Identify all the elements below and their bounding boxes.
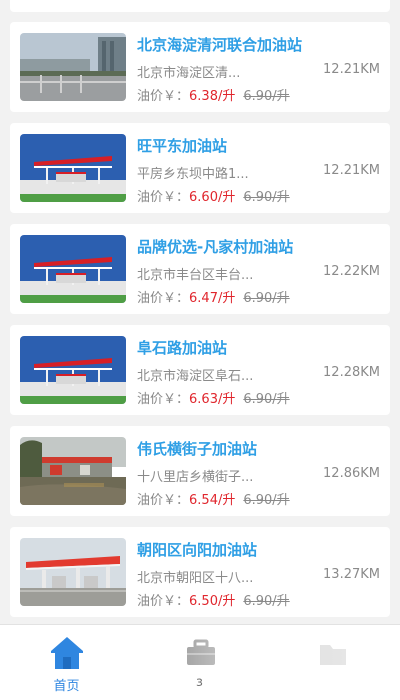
street-photo-image bbox=[20, 33, 126, 101]
station-address: 北京市海淀区清... bbox=[137, 66, 241, 81]
price-label: 油价￥： bbox=[137, 594, 190, 609]
station-address: 十八里店乡横街子... bbox=[137, 470, 254, 485]
app-screen: 北京海淀清河联合加油站 北京市海淀区清... 12.21KM 油价￥：6.38/… bbox=[0, 0, 400, 700]
tab-second-label: з bbox=[196, 675, 203, 690]
station-list: 北京海淀清河联合加油站 北京市海淀区清... 12.21KM 油价￥：6.38/… bbox=[10, 22, 390, 628]
station-card[interactable]: 北京海淀清河联合加油站 北京市海淀区清... 12.21KM 油价￥：6.38/… bbox=[10, 22, 390, 112]
station-thumbnail bbox=[20, 134, 126, 202]
folder-icon bbox=[314, 633, 352, 671]
clipped-station-card[interactable] bbox=[10, 0, 390, 12]
home-icon bbox=[48, 633, 86, 671]
station-address: 北京市丰台区丰台... bbox=[137, 268, 254, 283]
station-card[interactable]: 阜石路加油站 北京市海淀区阜石... 12.28KM 油价￥：6.63/升 6.9… bbox=[10, 325, 390, 415]
station-address: 北京市海淀区阜石... bbox=[137, 369, 254, 384]
station-card[interactable]: 旺平东加油站 平房乡东坝中路1... 12.21KM 油价￥：6.60/升 6.9… bbox=[10, 123, 390, 213]
current-price: 6.38/升 bbox=[189, 89, 236, 104]
price-row: 油价￥：6.50/升 6.90/升 bbox=[137, 590, 290, 609]
station-address: 平房乡东坝中路1... bbox=[137, 167, 249, 182]
station-name[interactable]: 朝阳区向阳加油站 bbox=[137, 539, 377, 560]
station-canopy-photo-image bbox=[20, 538, 126, 606]
rainy-station-photo-image bbox=[20, 437, 126, 505]
price-label: 油价￥： bbox=[137, 291, 190, 306]
current-price: 6.54/升 bbox=[189, 493, 236, 508]
price-row: 油价￥：6.38/升 6.90/升 bbox=[137, 85, 290, 104]
station-card[interactable]: 伟氏横街子加油站 十八里店乡横街子... 12.86KM 油价￥：6.54/升 6… bbox=[10, 426, 390, 516]
briefcase-icon bbox=[181, 633, 219, 671]
original-price: 6.90/升 bbox=[243, 291, 290, 306]
station-thumbnail bbox=[20, 336, 126, 404]
original-price: 6.90/升 bbox=[243, 392, 290, 407]
tab-home[interactable]: 首页 bbox=[0, 625, 133, 700]
canopy-rendering-image bbox=[20, 134, 126, 202]
price-row: 油价￥：6.63/升 6.90/升 bbox=[137, 388, 290, 407]
station-distance: 12.86KM bbox=[323, 466, 380, 481]
price-label: 油价￥： bbox=[137, 493, 190, 508]
station-card[interactable]: 品牌优选-凡家村加油站 北京市丰台区丰台... 12.22KM 油价￥：6.47… bbox=[10, 224, 390, 314]
station-distance: 12.22KM bbox=[323, 264, 380, 279]
station-name[interactable]: 北京海淀清河联合加油站 bbox=[137, 34, 377, 55]
station-distance: 13.27KM bbox=[323, 567, 380, 582]
price-label: 油价￥： bbox=[137, 190, 190, 205]
station-address: 北京市朝阳区十八... bbox=[137, 571, 254, 586]
bottom-tab-bar: 首页 з bbox=[0, 624, 400, 700]
price-row: 油价￥：6.60/升 6.90/升 bbox=[137, 186, 290, 205]
canopy-rendering-image bbox=[20, 336, 126, 404]
station-distance: 12.21KM bbox=[323, 62, 380, 77]
canopy-rendering-image bbox=[20, 235, 126, 303]
price-row: 油价￥：6.54/升 6.90/升 bbox=[137, 489, 290, 508]
station-thumbnail bbox=[20, 538, 126, 606]
price-label: 油价￥： bbox=[137, 89, 190, 104]
station-thumbnail bbox=[20, 437, 126, 505]
tab-third[interactable] bbox=[266, 625, 399, 700]
station-name[interactable]: 旺平东加油站 bbox=[137, 135, 377, 156]
station-name[interactable]: 阜石路加油站 bbox=[137, 337, 377, 358]
price-label: 油价￥： bbox=[137, 392, 190, 407]
original-price: 6.90/升 bbox=[243, 594, 290, 609]
tab-second[interactable]: з bbox=[133, 625, 266, 700]
original-price: 6.90/升 bbox=[243, 190, 290, 205]
station-thumbnail bbox=[20, 235, 126, 303]
station-card[interactable]: 朝阳区向阳加油站 北京市朝阳区十八... 13.27KM 油价￥：6.50/升 6… bbox=[10, 527, 390, 617]
current-price: 6.63/升 bbox=[189, 392, 236, 407]
current-price: 6.50/升 bbox=[189, 594, 236, 609]
station-distance: 12.28KM bbox=[323, 365, 380, 380]
current-price: 6.60/升 bbox=[189, 190, 236, 205]
current-price: 6.47/升 bbox=[189, 291, 236, 306]
station-thumbnail bbox=[20, 33, 126, 101]
price-row: 油价￥：6.47/升 6.90/升 bbox=[137, 287, 290, 306]
station-distance: 12.21KM bbox=[323, 163, 380, 178]
station-name[interactable]: 品牌优选-凡家村加油站 bbox=[137, 236, 377, 257]
station-name[interactable]: 伟氏横街子加油站 bbox=[137, 438, 377, 459]
original-price: 6.90/升 bbox=[243, 493, 290, 508]
tab-home-label: 首页 bbox=[53, 679, 80, 694]
original-price: 6.90/升 bbox=[243, 89, 290, 104]
